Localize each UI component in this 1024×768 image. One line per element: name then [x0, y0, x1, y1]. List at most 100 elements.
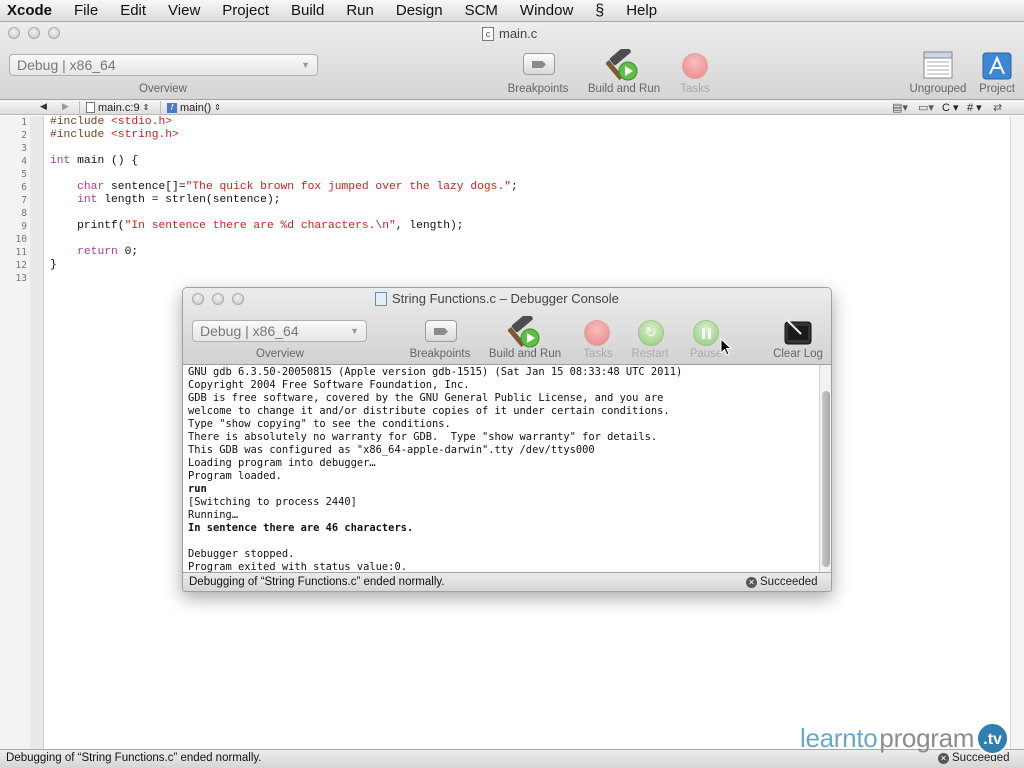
console-title: String Functions.c – Debugger Console [375, 291, 619, 306]
breakpoints-popup[interactable]: ▭▾ [918, 100, 934, 115]
tasks-label: Tasks [680, 83, 710, 95]
counterpart-button[interactable]: ⇄ [993, 100, 1002, 115]
breakpoints-button[interactable] [523, 53, 555, 75]
console-status-bar: Debugging of “String Functions.c” ended … [183, 572, 831, 591]
pause-icon [702, 328, 705, 339]
updown-icon: ⇕ [214, 103, 221, 112]
console-log-line: Copyright 2004 Free Software Foundation,… [188, 379, 470, 391]
console-toolbar: String Functions.c – Debugger Console De… [183, 288, 831, 365]
ungrouped-label: Ungrouped [909, 83, 967, 95]
menu-app-xcode[interactable]: Xcode [0, 2, 63, 19]
script-icon[interactable]: § [584, 2, 615, 20]
code-line[interactable]: int length = strlen(sentence); [50, 194, 280, 207]
c-file-icon [86, 102, 95, 113]
watermark-program: program [879, 723, 975, 753]
code-line[interactable]: printf("In sentence there are %d charact… [50, 220, 463, 233]
console-log[interactable]: GNU gdb 6.3.50-20050815 (Apple version g… [183, 365, 819, 573]
console-breakpoints-button[interactable] [425, 320, 457, 342]
line-number: 2 [21, 130, 27, 141]
restart-icon: ↻ [645, 324, 657, 340]
console-zoom-button[interactable] [232, 293, 244, 305]
code-line[interactable]: #include <stdio.h> [50, 116, 172, 129]
mouse-cursor-icon [720, 338, 732, 356]
project-icon[interactable] [982, 52, 1012, 80]
window-title: c main.c [482, 26, 537, 41]
console-log-line: run [188, 483, 207, 495]
menu-scm[interactable]: SCM [454, 2, 509, 19]
line-number: 8 [21, 208, 27, 219]
line-number: 5 [21, 169, 27, 180]
forward-arrow-icon[interactable]: ▶ [62, 101, 69, 112]
console-breakpoints-label: Breakpoints [409, 348, 471, 360]
function-icon: f [167, 102, 177, 113]
console-log-line: Loading program into debugger… [188, 457, 376, 469]
line-number: 10 [15, 234, 27, 245]
c-file-icon: c [482, 26, 494, 41]
file-popup[interactable]: main.c:9 ⇕ [86, 100, 149, 115]
code-line[interactable]: int main () { [50, 155, 138, 168]
editor-scrollbar[interactable] [1010, 116, 1024, 749]
code-folding-ribbon[interactable] [30, 116, 43, 749]
include-popup[interactable]: # ▾ [967, 100, 982, 115]
line-number: 9 [21, 221, 27, 232]
console-log-line: Program loaded. [188, 470, 282, 482]
console-log-line: Debugger stopped. [188, 548, 295, 560]
chevron-down-icon: ▼ [301, 60, 310, 70]
function-popup[interactable]: f main() ⇕ [167, 100, 221, 115]
console-log-line: There is absolutely no warranty for GDB.… [188, 431, 658, 443]
bookmarks-popup[interactable]: ▤▾ [892, 100, 908, 115]
code-line[interactable]: } [50, 259, 57, 272]
console-scrollbar[interactable] [819, 365, 831, 572]
menu-help[interactable]: Help [615, 2, 668, 19]
console-build-and-run-icon[interactable] [508, 316, 544, 350]
back-arrow-icon[interactable]: ◀ [40, 101, 47, 112]
menu-build[interactable]: Build [280, 2, 335, 19]
line-number: 7 [21, 195, 27, 206]
include-popup-value: # [967, 101, 974, 114]
console-status-text: Debugging of “String Functions.c” ended … [189, 576, 445, 588]
window-title-text: main.c [499, 26, 538, 41]
class-popup[interactable]: C ▾ [942, 100, 958, 115]
console-pause-button[interactable] [693, 320, 719, 346]
clear-log-icon[interactable] [783, 318, 813, 346]
menu-file[interactable]: File [63, 2, 109, 19]
overview-label: Overview [139, 83, 187, 95]
line-number: 12 [15, 260, 27, 271]
console-overview-value: Debug | x86_64 [200, 323, 299, 339]
close-window-button[interactable] [8, 27, 20, 39]
console-title-text: String Functions.c – Debugger Console [392, 291, 619, 306]
menu-view[interactable]: View [157, 2, 211, 19]
console-close-button[interactable] [192, 293, 204, 305]
console-build-status[interactable]: ✕ Succeeded [746, 576, 818, 588]
code-line[interactable]: char sentence[]="The quick brown fox jum… [50, 181, 518, 194]
menu-window[interactable]: Window [509, 2, 584, 19]
minimize-window-button[interactable] [28, 27, 40, 39]
class-popup-value: C [942, 101, 950, 114]
menu-project[interactable]: Project [211, 2, 280, 19]
overview-popup[interactable]: Debug | x86_64 ▼ [9, 54, 318, 76]
console-log-line: Running… [188, 509, 239, 521]
build-and-run-label: Build and Run [587, 83, 661, 95]
code-line[interactable]: #include <string.h> [50, 129, 179, 142]
ungrouped-icon[interactable] [922, 50, 954, 80]
console-scrollbar-thumb[interactable] [822, 391, 830, 567]
console-log-line: welcome to change it and/or distribute c… [188, 405, 670, 417]
navigation-bar: ◀ ▶ main.c:9 ⇕ f main() ⇕ ▤▾ ▭▾ C ▾ # ▾ ⇄ [0, 100, 1024, 115]
watermark-learnto: learnto [800, 723, 878, 753]
debugger-console-window: String Functions.c – Debugger Console De… [182, 287, 832, 592]
menu-design[interactable]: Design [385, 2, 454, 19]
console-minimize-button[interactable] [212, 293, 224, 305]
line-number: 1 [21, 117, 27, 128]
menu-bar: Xcode File Edit View Project Build Run D… [0, 0, 1024, 22]
console-tasks-stop-button[interactable] [584, 320, 610, 346]
console-overview-popup[interactable]: Debug | x86_64 ▼ [192, 320, 367, 342]
console-restart-button[interactable]: ↻ [638, 320, 664, 346]
zoom-window-button[interactable] [48, 27, 60, 39]
menu-edit[interactable]: Edit [109, 2, 157, 19]
code-line[interactable]: return 0; [50, 246, 138, 259]
menu-run[interactable]: Run [335, 2, 385, 19]
tasks-stop-button[interactable] [682, 53, 708, 79]
build-and-run-icon[interactable] [606, 49, 642, 83]
learntoprogram-watermark: learnto program .tv [800, 722, 1010, 755]
overview-popup-value: Debug | x86_64 [17, 57, 116, 73]
